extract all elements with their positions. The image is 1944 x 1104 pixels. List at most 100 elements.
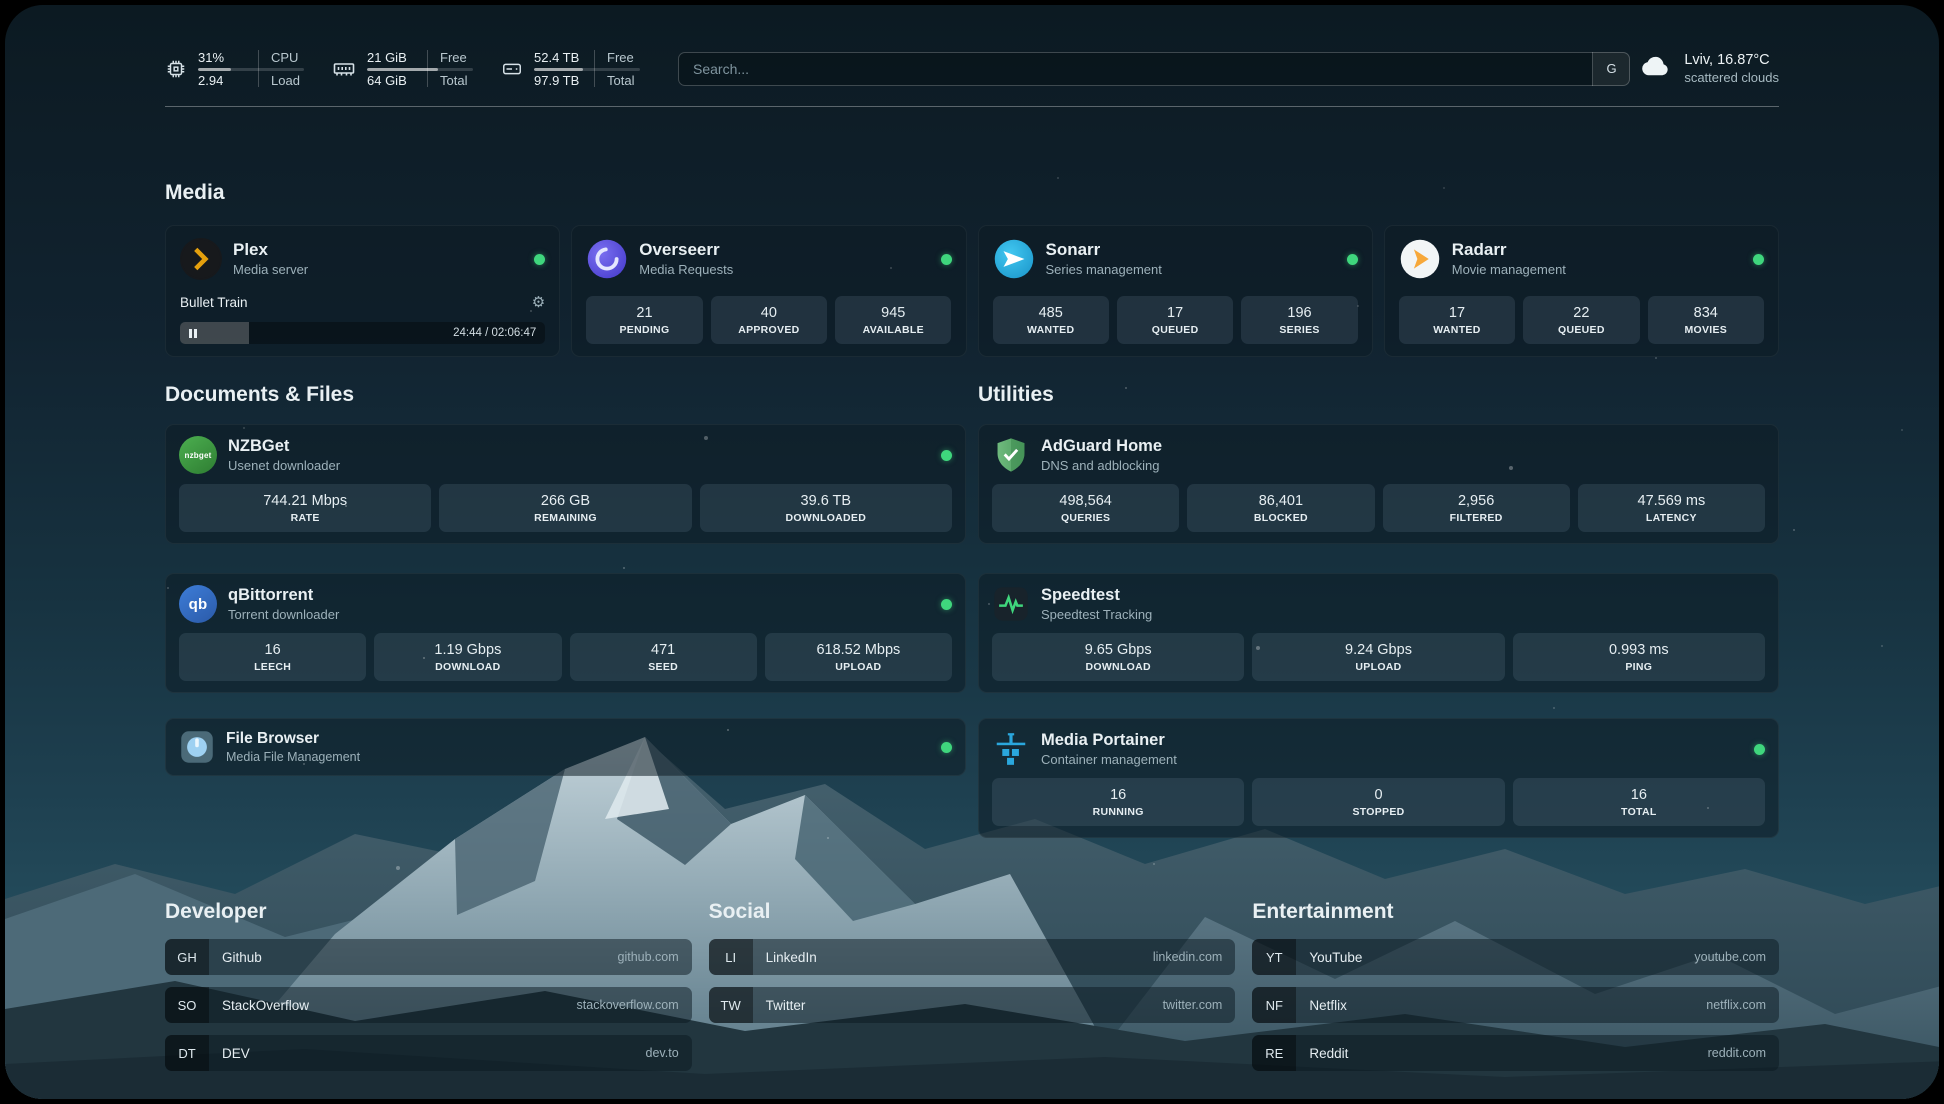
stat-value: 498,564 <box>1059 493 1111 509</box>
bookmark-abbr: NF <box>1252 987 1296 1023</box>
stats-row: 485 WANTED 17 QUEUED 196 SERIES <box>993 296 1358 344</box>
stat-label: UPLOAD <box>835 661 881 673</box>
bookmark-abbr: RE <box>1252 1035 1296 1071</box>
app-name: Plex <box>233 241 308 260</box>
bookmark-url: github.com <box>618 950 679 964</box>
stat-value: 1.19 Gbps <box>434 642 501 658</box>
filebrowser-icon <box>179 729 215 765</box>
stat-label: FILTERED <box>1450 512 1503 524</box>
radarr-icon <box>1399 238 1441 280</box>
app-name: Speedtest <box>1041 586 1152 604</box>
stat-label: QUERIES <box>1061 512 1110 524</box>
weather-location: Lviv, 16.87°C <box>1684 52 1779 68</box>
bookmark-abbr: TW <box>709 987 753 1023</box>
overseerr-icon <box>586 238 628 280</box>
status-dot <box>1347 254 1358 265</box>
stat-label: BLOCKED <box>1254 512 1308 524</box>
app-subtitle: Series management <box>1046 262 1162 277</box>
app-name: Sonarr <box>1046 241 1162 260</box>
disk-free-label: Free <box>596 50 644 65</box>
app-card-filebrowser[interactable]: File Browser Media File Management <box>165 718 966 776</box>
speedtest-download-stat: 9.65 Gbps DOWNLOAD <box>992 633 1244 681</box>
stat-label: DOWNLOADED <box>786 512 867 524</box>
stat-label: QUEUED <box>1152 324 1199 336</box>
bookmark-name: Netflix <box>1309 998 1347 1013</box>
card-header: AdGuard Home DNS and adblocking <box>992 436 1765 474</box>
status-dot <box>941 254 952 265</box>
qbittorrent-seed-stat: 471 SEED <box>570 633 757 681</box>
dashboard: 31% CPU 2.94 Load 21 GiB Free <box>5 5 1939 1099</box>
bookmark-linkedin[interactable]: LI LinkedIn linkedin.com <box>709 939 1236 975</box>
weather-widget: Lviv, 16.87°C scattered clouds <box>1636 52 1779 85</box>
search-engine-button[interactable]: G <box>1592 52 1630 86</box>
app-card-nzbget[interactable]: nzbget NZBGet Usenet downloader 744.21 M… <box>165 424 966 544</box>
app-card-speedtest[interactable]: Speedtest Speedtest Tracking 9.65 Gbps D… <box>978 573 1779 693</box>
bookmark-name: Twitter <box>766 998 806 1013</box>
cpu-widget: 31% CPU 2.94 Load <box>165 49 308 88</box>
bookmark-dev[interactable]: DT DEV dev.to <box>165 1035 692 1071</box>
cpu-usage-label: CPU <box>260 50 308 65</box>
app-card-radarr[interactable]: Radarr Movie management 17 WANTED 22 QUE… <box>1384 225 1779 357</box>
stat-label: AVAILABLE <box>863 324 924 336</box>
app-card-plex[interactable]: Plex Media server Bullet Train ⚙ 24:44 /… <box>165 225 560 357</box>
app-name: Media Portainer <box>1041 731 1177 749</box>
adguard-blocked-stat: 86,401 BLOCKED <box>1187 484 1374 532</box>
app-card-sonarr[interactable]: Sonarr Series management 485 WANTED 17 Q… <box>978 225 1373 357</box>
status-dot <box>941 599 952 610</box>
pause-icon[interactable] <box>189 329 197 338</box>
speedtest-upload-stat: 9.24 Gbps UPLOAD <box>1252 633 1504 681</box>
stat-value: 16 <box>265 642 281 658</box>
speedtest-ping-stat: 0.993 ms PING <box>1513 633 1765 681</box>
stat-value: 17 <box>1167 305 1183 321</box>
card-header: qb qBittorrent Torrent downloader <box>179 585 952 623</box>
stat-value: 86,401 <box>1259 493 1303 509</box>
bookmark-netflix[interactable]: NF Netflix netflix.com <box>1252 987 1779 1023</box>
ram-widget: 21 GiB Free 64 GiB Total <box>332 49 477 88</box>
bookmark-github[interactable]: GH Github github.com <box>165 939 692 975</box>
stat-label: SEED <box>648 661 678 673</box>
bookmark-reddit[interactable]: RE Reddit reddit.com <box>1252 1035 1779 1071</box>
bookmark-twitter[interactable]: TW Twitter twitter.com <box>709 987 1236 1023</box>
qbittorrent-download-stat: 1.19 Gbps DOWNLOAD <box>374 633 561 681</box>
bookmark-abbr: GH <box>165 939 209 975</box>
app-card-adguard[interactable]: AdGuard Home DNS and adblocking 498,564 … <box>978 424 1779 544</box>
stat-value: 834 <box>1694 305 1718 321</box>
gear-icon[interactable]: ⚙ <box>532 295 545 310</box>
app-card-portainer[interactable]: Media Portainer Container management 16 … <box>978 718 1779 838</box>
bookmark-stackoverflow[interactable]: SO StackOverflow stackoverflow.com <box>165 987 692 1023</box>
bookmark-abbr: DT <box>165 1035 209 1071</box>
disk-total-value: 97.9 TB <box>534 73 596 88</box>
section-title-media: Media <box>165 181 1779 205</box>
stat-value: 618.52 Mbps <box>816 642 900 658</box>
bookmark-abbr: SO <box>165 987 209 1023</box>
search-input[interactable] <box>678 52 1630 86</box>
app-card-qbittorrent[interactable]: qb qBittorrent Torrent downloader 16 LEE… <box>165 573 966 693</box>
bookmark-youtube[interactable]: YT YouTube youtube.com <box>1252 939 1779 975</box>
app-subtitle: Usenet downloader <box>228 458 340 473</box>
stats-row: 9.65 Gbps DOWNLOAD 9.24 Gbps UPLOAD 0.99… <box>992 633 1765 681</box>
bookmark-url: reddit.com <box>1708 1046 1766 1060</box>
nzbget-icon: nzbget <box>179 436 217 474</box>
radarr-queued-stat: 22 QUEUED <box>1523 296 1639 344</box>
bookmark-group-entertainment: Entertainment YT YouTube youtube.com NF … <box>1252 900 1779 1083</box>
stats-row: 16 RUNNING 0 STOPPED 16 TOTAL <box>992 778 1765 826</box>
app-name: File Browser <box>226 730 360 747</box>
section-title-entertainment: Entertainment <box>1252 900 1779 924</box>
app-name: AdGuard Home <box>1041 437 1162 455</box>
qbittorrent-icon: qb <box>179 585 217 623</box>
stat-label: LATENCY <box>1646 512 1697 524</box>
ram-free-label: Free <box>429 50 477 65</box>
stat-label: APPROVED <box>738 324 799 336</box>
bookmark-abbr: YT <box>1252 939 1296 975</box>
adguard-queries-stat: 498,564 QUERIES <box>992 484 1179 532</box>
search-box: G <box>678 52 1630 86</box>
stat-value: 17 <box>1449 305 1465 321</box>
header-divider <box>165 106 1779 107</box>
app-card-overseerr[interactable]: Overseerr Media Requests 21 PENDING 40 A… <box>571 225 966 357</box>
stat-label: WANTED <box>1027 324 1074 336</box>
app-subtitle: DNS and adblocking <box>1041 458 1162 473</box>
status-dot <box>1754 744 1765 755</box>
bookmark-group-developer: Developer GH Github github.com SO StackO… <box>165 900 692 1083</box>
nzbget-rate-stat: 744.21 Mbps RATE <box>179 484 431 532</box>
stat-value: 0.993 ms <box>1609 642 1669 658</box>
